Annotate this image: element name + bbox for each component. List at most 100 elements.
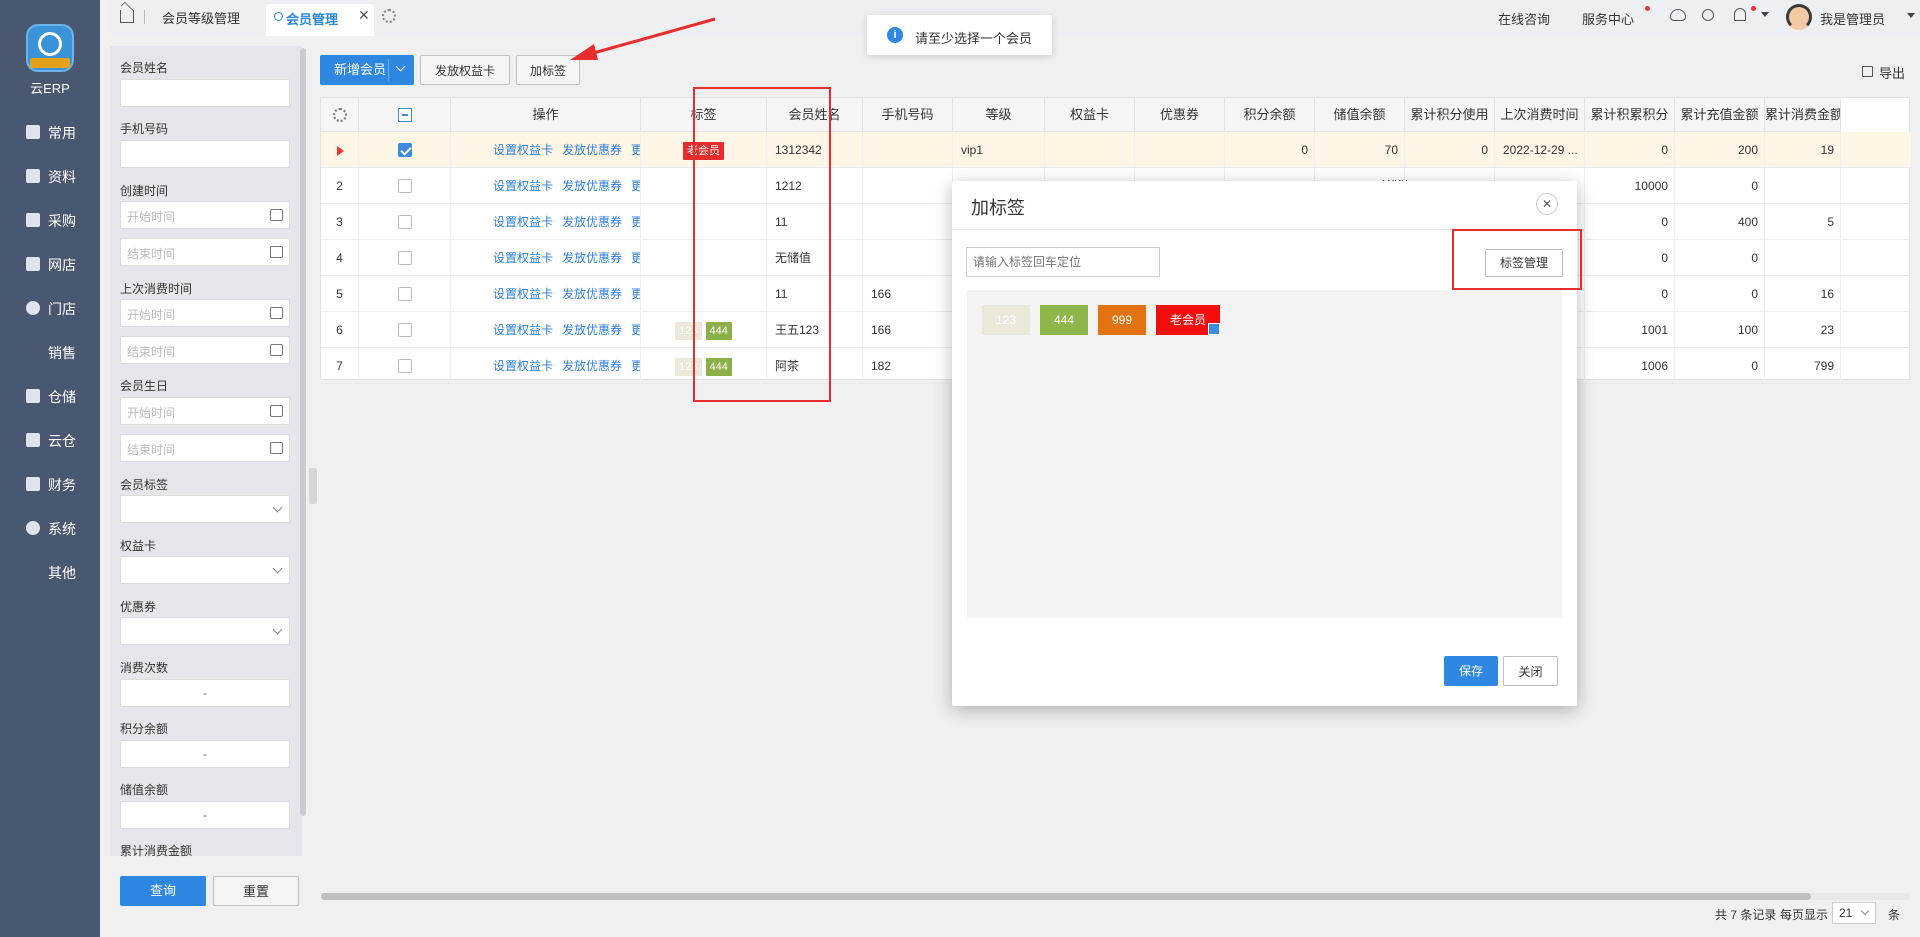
tag-option[interactable]: 123	[982, 305, 1030, 335]
tab-settings-icon[interactable]	[382, 9, 396, 23]
row-index: 7	[321, 348, 359, 384]
checkbox[interactable]	[397, 215, 412, 229]
consume-count-range[interactable]: -	[120, 679, 290, 707]
set-card-link[interactable]: 设置权益卡	[493, 179, 553, 193]
tag-option[interactable]: 999	[1098, 305, 1146, 335]
download-icon[interactable]	[1670, 9, 1686, 21]
checkbox[interactable]	[397, 287, 412, 301]
caret-down-icon[interactable]	[1761, 12, 1769, 21]
search-icon[interactable]	[1702, 9, 1714, 21]
checkbox[interactable]	[397, 251, 412, 265]
bell-icon[interactable]	[1734, 8, 1746, 21]
sidebar-item[interactable]: 系统	[0, 516, 100, 540]
table-hscroll[interactable]	[321, 893, 1910, 900]
set-card-link[interactable]: 设置权益卡	[493, 323, 553, 337]
dialog-close-button[interactable]: ✕	[1536, 193, 1558, 215]
checkbox[interactable]	[397, 143, 412, 157]
more-link[interactable]: 更多	[631, 251, 640, 265]
issue-coupon-link[interactable]: 发放优惠券	[562, 143, 622, 157]
sidebar-item[interactable]: 财务	[0, 472, 100, 496]
checkbox[interactable]	[397, 323, 412, 337]
tab-member-level[interactable]: 会员等级管理	[162, 8, 240, 27]
tab-member-manage[interactable]: 会员管理 ✕	[266, 4, 374, 36]
set-card-link[interactable]: 设置权益卡	[493, 251, 553, 265]
more-link[interactable]: 更多	[631, 323, 640, 337]
filter-scrollbar[interactable]	[300, 48, 306, 816]
sidebar-item[interactable]: 资料	[0, 164, 100, 188]
issue-coupon-link[interactable]: 发放优惠券	[562, 251, 622, 265]
set-card-link[interactable]: 设置权益卡	[493, 359, 553, 373]
query-button[interactable]: 查询	[120, 876, 206, 906]
service-center-link[interactable]: 服务中心	[1582, 9, 1634, 28]
more-link[interactable]: 更多	[631, 359, 640, 373]
set-card-link[interactable]: 设置权益卡	[493, 143, 553, 157]
row-checkbox[interactable]	[359, 132, 451, 168]
user-caret-icon[interactable]	[1907, 13, 1915, 22]
member-tag-select[interactable]	[120, 495, 290, 523]
row-checkbox[interactable]	[359, 348, 451, 384]
birthday-end-input[interactable]: 结束时间	[120, 434, 290, 462]
save-button[interactable]: 保存	[1444, 656, 1498, 686]
new-member-button[interactable]: 新增会员	[320, 55, 414, 85]
checkbox[interactable]	[397, 179, 412, 193]
chevron-down-icon[interactable]	[395, 61, 406, 72]
table-row[interactable]: 设置权益卡发放优惠券更多老会员1312342vip107002022-12-29…	[321, 132, 1911, 168]
avatar[interactable]	[1786, 4, 1812, 30]
sidebar-item[interactable]: 仓储	[0, 384, 100, 408]
more-link[interactable]: 更多	[631, 215, 640, 229]
set-card-link[interactable]: 设置权益卡	[493, 287, 553, 301]
tag-option[interactable]: 444	[1040, 305, 1088, 335]
create-start-input[interactable]: 开始时间	[120, 201, 290, 229]
member-name-input[interactable]	[120, 79, 290, 107]
issue-coupon-link[interactable]: 发放优惠券	[562, 323, 622, 337]
row-checkbox[interactable]	[359, 312, 451, 348]
more-link[interactable]: 更多	[631, 143, 640, 157]
sidebar-item[interactable]: 云仓	[0, 428, 100, 452]
issue-card-button[interactable]: 发放权益卡	[420, 55, 510, 85]
birthday-start-input[interactable]: 开始时间	[120, 397, 290, 425]
export-link[interactable]: 导出	[1879, 63, 1905, 82]
issue-coupon-link[interactable]: 发放优惠券	[562, 359, 622, 373]
balance-range[interactable]: -	[120, 801, 290, 829]
issue-coupon-link[interactable]: 发放优惠券	[562, 287, 622, 301]
tag-search-input[interactable]	[966, 247, 1160, 277]
sidebar-item[interactable]: 销售	[0, 340, 100, 364]
row-checkbox[interactable]	[359, 204, 451, 240]
phone-input[interactable]	[120, 140, 290, 168]
issue-coupon-link[interactable]: 发放优惠券	[562, 179, 622, 193]
calendar-icon	[270, 442, 283, 454]
hscroll-thumb[interactable]	[321, 893, 1811, 900]
checkbox[interactable]	[397, 359, 412, 373]
create-end-input[interactable]: 结束时间	[120, 238, 290, 266]
tab-close-icon[interactable]: ✕	[358, 7, 370, 24]
page-size-select[interactable]: 21	[1832, 902, 1876, 924]
sidebar-item[interactable]: 其他	[0, 560, 100, 584]
sidebar-item[interactable]: 常用	[0, 120, 100, 144]
select-all-checkbox[interactable]	[359, 98, 451, 132]
more-link[interactable]: 更多	[631, 287, 640, 301]
close-button[interactable]: 关闭	[1503, 656, 1558, 686]
label-last-consume: 上次消费时间	[120, 282, 193, 296]
sidebar-item[interactable]: 采购	[0, 208, 100, 232]
row-checkbox[interactable]	[359, 240, 451, 276]
more-link[interactable]: 更多	[631, 179, 640, 193]
row-actions: 设置权益卡发放优惠券更多	[451, 204, 641, 240]
last-end-input[interactable]: 结束时间	[120, 336, 290, 364]
collapse-handle[interactable]	[309, 468, 317, 504]
reset-button[interactable]: 重置	[213, 876, 299, 906]
last-start-input[interactable]: 开始时间	[120, 299, 290, 327]
row-checkbox[interactable]	[359, 276, 451, 312]
issue-coupon-link[interactable]: 发放优惠券	[562, 215, 622, 229]
sidebar-item[interactable]: 门店	[0, 296, 100, 320]
online-consult-link[interactable]: 在线咨询	[1498, 9, 1550, 28]
points-range[interactable]: -	[120, 740, 290, 768]
column-settings-icon[interactable]	[321, 98, 359, 132]
sidebar-item[interactable]: 网店	[0, 252, 100, 276]
coupon-select[interactable]	[120, 617, 290, 645]
set-card-link[interactable]: 设置权益卡	[493, 215, 553, 229]
export-icon[interactable]	[1862, 66, 1873, 77]
rights-card-select[interactable]	[120, 556, 290, 584]
current-row-marker-icon	[321, 132, 359, 168]
user-name[interactable]: 我是管理员	[1820, 9, 1885, 28]
row-checkbox[interactable]	[359, 168, 451, 204]
